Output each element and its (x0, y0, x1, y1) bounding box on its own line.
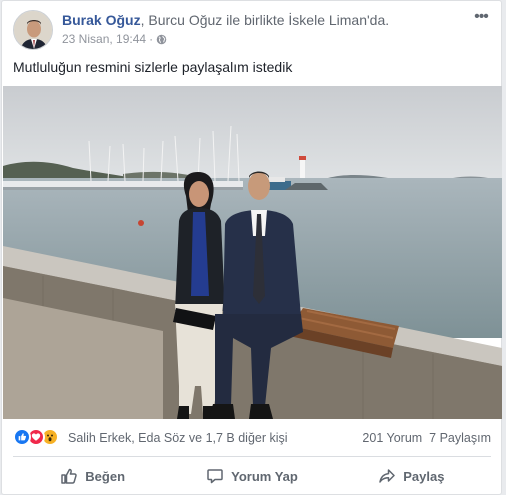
like-label: Beğen (85, 468, 126, 484)
reactors-text[interactable]: Salih Erkek, Eda Söz ve 1,7 B diğer kişi (68, 431, 288, 445)
reaction-icons[interactable] (13, 428, 59, 446)
action-divider (13, 456, 491, 457)
thumbs-up-icon (61, 468, 78, 484)
ellipsis-icon[interactable]: ••• (471, 9, 491, 26)
globe-icon[interactable] (156, 34, 167, 45)
comment-icon (207, 469, 223, 484)
engagement-summary: Salih Erkek, Eda Söz ve 1,7 B diğer kişi… (13, 426, 491, 448)
share-icon (379, 469, 395, 483)
comments-count[interactable]: 201 Yorum (362, 431, 422, 445)
comment-button[interactable]: Yorum Yap (172, 459, 331, 493)
post-text: Mutluluğun resmini sizlerle paylaşalım i… (13, 59, 293, 75)
tagged-location-text[interactable]: , Burcu Oğuz ile birlikte İskele Liman'd… (141, 12, 390, 28)
share-button[interactable]: Paylaş (332, 459, 491, 493)
post-photo[interactable] (3, 86, 502, 419)
author-avatar[interactable] (13, 10, 53, 50)
like-button[interactable]: Beğen (13, 459, 172, 493)
author-name-link[interactable]: Burak Oğuz (62, 12, 141, 28)
post-card: Burak Oğuz, Burcu Oğuz ile birlikte İske… (1, 0, 502, 495)
post-meta: 23 Nisan, 19:44 · (62, 32, 167, 46)
share-label: Paylaş (403, 468, 445, 484)
post-timestamp[interactable]: 23 Nisan, 19:44 (62, 32, 146, 46)
post-header: Burak Oğuz, Burcu Oğuz ile birlikte İske… (13, 9, 491, 50)
like-icon[interactable] (13, 428, 31, 446)
action-bar: Beğen Yorum Yap Paylaş (13, 459, 491, 493)
engagement-counts: 201 Yorum 7 Paylaşım (362, 431, 491, 445)
comment-label: Yorum Yap (231, 468, 298, 484)
meta-separator: · (149, 32, 154, 46)
shares-count[interactable]: 7 Paylaşım (429, 431, 491, 445)
author-line: Burak Oğuz, Burcu Oğuz ile birlikte İske… (62, 12, 389, 28)
